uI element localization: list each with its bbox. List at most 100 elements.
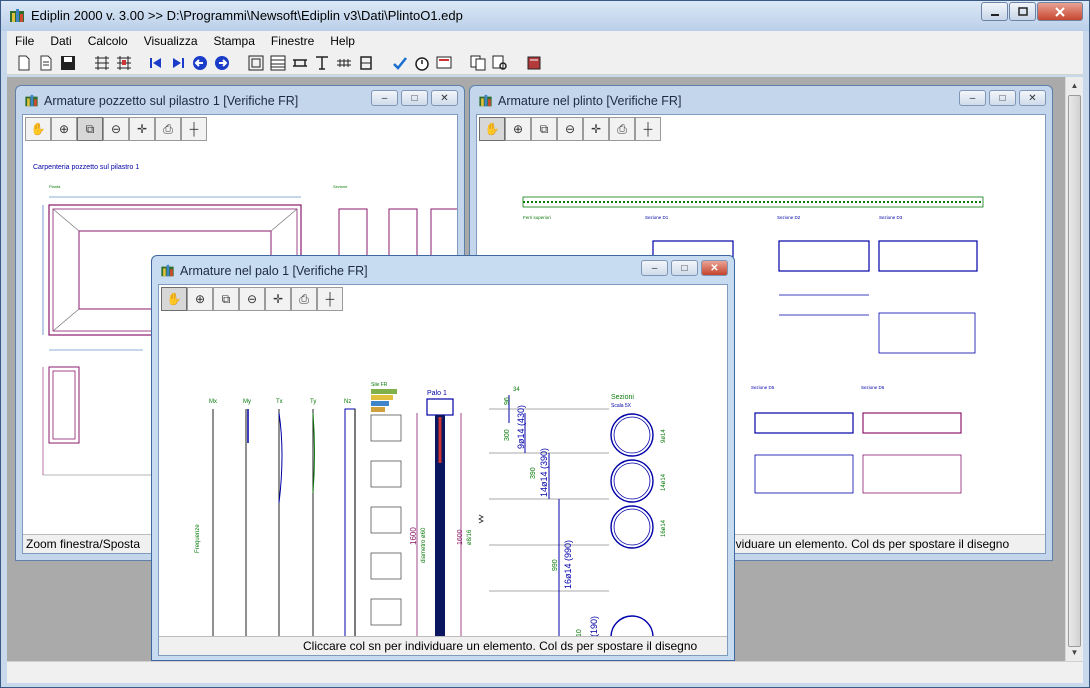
beam-icon[interactable] xyxy=(291,54,309,72)
timer-icon[interactable] xyxy=(413,54,431,72)
zoom-out-icon[interactable]: ⊖ xyxy=(557,117,583,141)
first-icon[interactable] xyxy=(147,54,165,72)
drawing-toolbar: ✋ ⊕ ⧉ ⊖ ✛ ⎙ ┼ xyxy=(161,287,343,311)
table-icon[interactable] xyxy=(269,54,287,72)
status-text: Zoom finestra/Sposta xyxy=(26,537,141,551)
section-label-3: 16ø14 xyxy=(661,519,667,537)
zoom-window-icon[interactable]: ⧉ xyxy=(531,117,557,141)
zoom-out-icon[interactable]: ⊖ xyxy=(103,117,129,141)
pan-hand-icon[interactable]: ✋ xyxy=(25,117,51,141)
window-title: Armature nel palo 1 [Verifiche FR] xyxy=(180,264,368,278)
menu-bar: File Dati Calcolo Visualizza Stampa Fine… xyxy=(7,31,1083,51)
minimize-button[interactable]: – xyxy=(641,260,668,276)
center-target-icon[interactable]: ✛ xyxy=(265,287,291,311)
center-target-icon[interactable]: ✛ xyxy=(129,117,155,141)
maximize-button[interactable]: □ xyxy=(671,260,698,276)
scrollbar-thumb[interactable] xyxy=(1068,95,1081,647)
new-file-icon[interactable] xyxy=(15,54,33,72)
grid-icon[interactable] xyxy=(93,54,111,72)
dim-300: 300 xyxy=(504,429,511,441)
forward-icon[interactable] xyxy=(213,54,231,72)
minimize-button[interactable]: – xyxy=(959,90,986,106)
close-button[interactable]: ✕ xyxy=(431,90,458,106)
pan-hand-icon[interactable]: ✋ xyxy=(479,117,505,141)
window-icon xyxy=(25,94,38,107)
print-icon[interactable]: ⎙ xyxy=(155,117,181,141)
stirrup-icon[interactable] xyxy=(357,54,375,72)
zoom-window-icon[interactable]: ⧉ xyxy=(213,287,239,311)
zoom-in-icon[interactable]: ⊕ xyxy=(505,117,531,141)
bars-icon[interactable]: ┼ xyxy=(635,117,661,141)
workspace-scrollbar[interactable]: ▲ ▼ xyxy=(1065,77,1083,661)
print-icon[interactable]: ⎙ xyxy=(609,117,635,141)
top-dim: 34 xyxy=(513,387,520,393)
back-icon[interactable] xyxy=(191,54,209,72)
app-status-bar xyxy=(7,661,1083,683)
file-label: Sile FR xyxy=(371,382,388,388)
scroll-up-icon[interactable]: ▲ xyxy=(1066,77,1083,94)
bars-icon[interactable]: ┼ xyxy=(181,117,207,141)
zoom-out-icon[interactable]: ⊖ xyxy=(239,287,265,311)
zoom-window-icon[interactable]: ⧉ xyxy=(77,117,103,141)
rebar-icon[interactable] xyxy=(335,54,353,72)
menu-finestre[interactable]: Finestre xyxy=(263,34,322,48)
section-label-2: 14ø14 xyxy=(661,473,667,491)
minimize-icon xyxy=(990,13,999,16)
status-text: Cliccare col sn per individuare un eleme… xyxy=(303,639,698,653)
menu-stampa[interactable]: Stampa xyxy=(206,34,263,48)
maximize-button[interactable]: □ xyxy=(401,90,428,106)
column-label-nz: Nz xyxy=(344,399,351,405)
section-d3-label: Sezione D3 xyxy=(879,215,903,220)
close-button[interactable]: ✕ xyxy=(701,260,728,276)
check-icon[interactable] xyxy=(391,54,409,72)
window-pozzetto-titlebar: Armature pozzetto sul pilastro 1 [Verifi… xyxy=(24,93,298,109)
print-icon[interactable]: ⎙ xyxy=(291,287,317,311)
main-toolbar xyxy=(7,51,1083,75)
minimize-button[interactable]: – xyxy=(371,90,398,106)
column-icon[interactable] xyxy=(313,54,331,72)
print-preview-icon[interactable] xyxy=(491,54,509,72)
frame-icon[interactable] xyxy=(247,54,265,72)
window-icon xyxy=(479,94,492,107)
close-button[interactable]: ✕ xyxy=(1019,90,1046,106)
close-button[interactable] xyxy=(1037,2,1083,21)
menu-visualizza[interactable]: Visualizza xyxy=(136,34,206,48)
column-label-my: My xyxy=(243,399,251,405)
save-icon[interactable] xyxy=(59,54,77,72)
maximize-button[interactable] xyxy=(1009,2,1036,21)
copy-icon[interactable] xyxy=(469,54,487,72)
window-title: Armature pozzetto sul pilastro 1 [Verifi… xyxy=(44,94,299,108)
section-d6-label: Sezione D6 xyxy=(861,385,885,390)
plan-label: Pianta xyxy=(49,184,61,189)
section-d5-label: Sezione D5 xyxy=(751,385,775,390)
minimize-button[interactable] xyxy=(981,2,1008,21)
section-d2-label: Sezione D2 xyxy=(777,215,801,220)
pile-diameter: diametro ø60 xyxy=(421,527,427,563)
scroll-down-icon[interactable]: ▼ xyxy=(1066,644,1083,661)
zoom-in-icon[interactable]: ⊕ xyxy=(51,117,77,141)
drawing-canvas[interactable]: ✋ ⊕ ⧉ ⊖ ✛ ⎙ ┼ Mx My Tx Ty Nz Frequenze S… xyxy=(158,284,728,656)
zoom-in-icon[interactable]: ⊕ xyxy=(187,287,213,311)
dim-990: 990 xyxy=(552,559,559,571)
book-icon[interactable] xyxy=(525,54,543,72)
dim-96: 96 xyxy=(504,397,511,405)
last-icon[interactable] xyxy=(169,54,187,72)
pan-hand-icon[interactable]: ✋ xyxy=(161,287,187,311)
display-icon[interactable] xyxy=(435,54,453,72)
app-window: Ediplin 2000 v. 3.00 >> D:\Programmi\New… xyxy=(0,0,1090,688)
maximize-button[interactable]: □ xyxy=(989,90,1016,106)
menu-calcolo[interactable]: Calcolo xyxy=(80,34,136,48)
column-label-mx: Mx xyxy=(209,399,217,405)
window-palo-titlebar: Armature nel palo 1 [Verifiche FR] xyxy=(160,263,368,279)
window-icon xyxy=(161,264,174,277)
top-bars-label: Ferri superiori xyxy=(523,215,551,220)
pile-label: Palo 1 xyxy=(427,390,447,397)
center-target-icon[interactable]: ✛ xyxy=(583,117,609,141)
grid-alt-icon[interactable] xyxy=(115,54,133,72)
menu-file[interactable]: File xyxy=(7,34,42,48)
menu-help[interactable]: Help xyxy=(322,34,363,48)
section-label-1: 9ø14 xyxy=(661,429,667,443)
menu-dati[interactable]: Dati xyxy=(42,34,79,48)
new-doc-icon[interactable] xyxy=(37,54,55,72)
bars-icon[interactable]: ┼ xyxy=(317,287,343,311)
